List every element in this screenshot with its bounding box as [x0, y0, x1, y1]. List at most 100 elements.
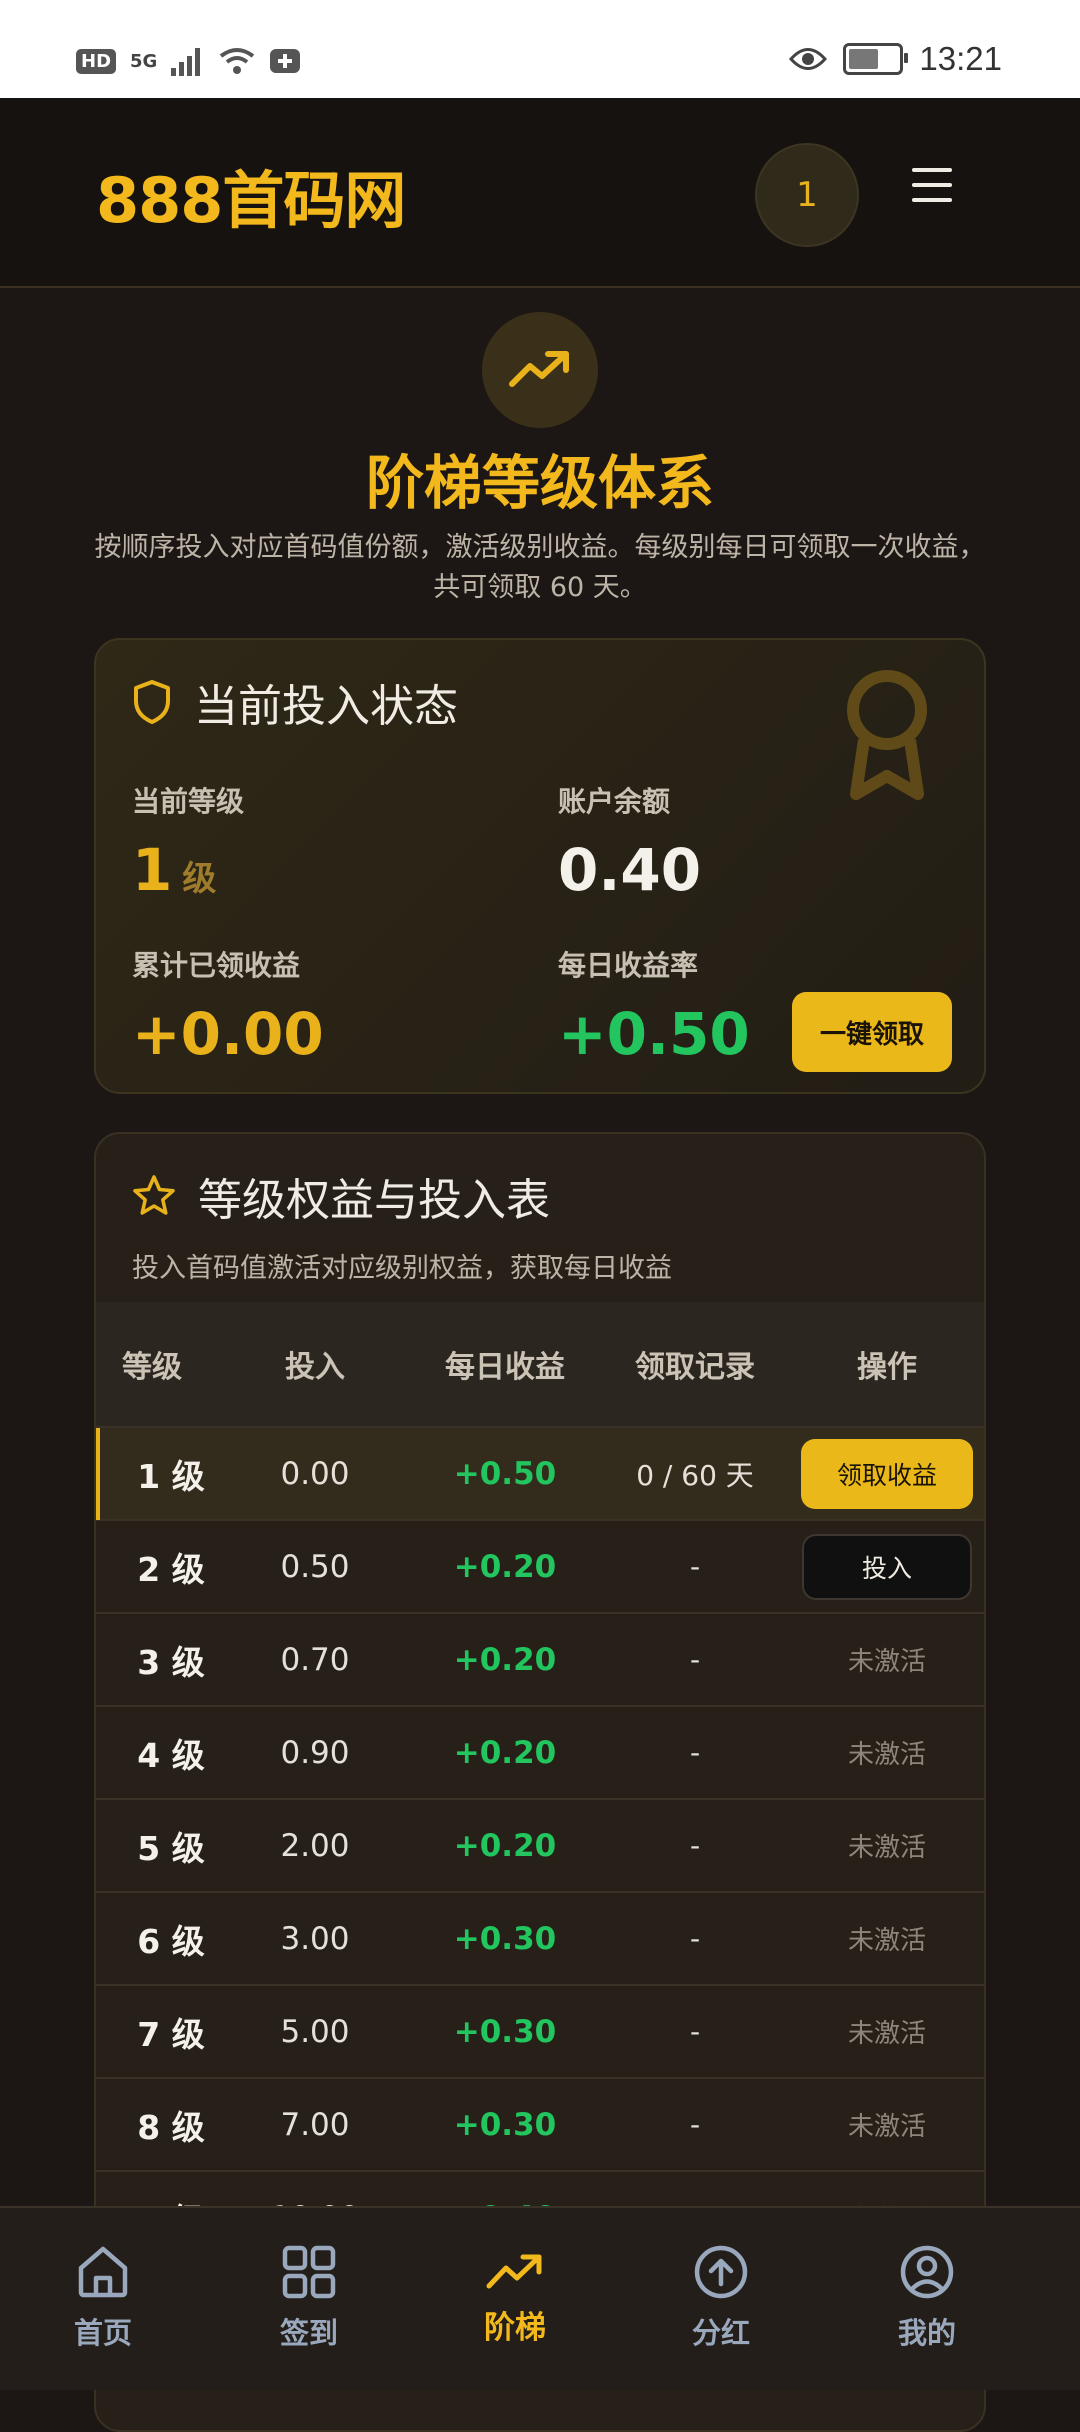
menu-icon-line	[912, 198, 952, 202]
table-row: 2 级 0.50 +0.20 - 投入	[96, 1521, 984, 1614]
current-level-unit: 级	[182, 859, 217, 899]
page-description: 按顺序投入对应首码值份额，激活级别收益。每级别每日可领取一次收益，共可领取 60…	[94, 532, 986, 603]
nav-item-profile[interactable]: 我的	[824, 2208, 1030, 2390]
nav-item-home[interactable]: 首页	[0, 2208, 206, 2390]
menu-icon-line	[912, 183, 952, 187]
balance-label: 账户余额	[558, 785, 671, 818]
levels-card-subtitle: 投入首码值激活对应级别权益，获取每日收益	[132, 1253, 672, 1284]
levels-card-header: 等级权益与投入表	[132, 1164, 550, 1228]
column-header-invest: 投入	[285, 1350, 345, 1385]
total-claimed-label: 累计已领收益	[132, 949, 301, 982]
nav-item-checkin[interactable]: 签到	[206, 2208, 412, 2390]
row-record: -	[689, 1922, 701, 1955]
row-level: 1 级	[137, 1456, 205, 1496]
row-record: -	[689, 1829, 701, 1862]
claim-reward-button[interactable]: 领取收益	[801, 1438, 973, 1509]
row-daily: +0.20	[453, 1827, 557, 1864]
column-header-daily: 每日收益	[445, 1350, 565, 1385]
row-daily: +0.20	[453, 1734, 557, 1771]
levels-table-body: 1 级 0.00 +0.50 0 / 60 天 领取收益 2 级 0.50 +0…	[96, 1428, 984, 2265]
row-record: -	[689, 2108, 701, 2141]
status-left: HD 5G	[76, 46, 301, 76]
row-status: 未激活	[847, 1833, 926, 1863]
nav-label-checkin: 签到	[279, 2316, 338, 2350]
row-daily: +0.50	[453, 1455, 557, 1492]
row-action: 领取收益	[790, 1438, 984, 1509]
shield-icon	[134, 680, 170, 724]
row-action: 投入	[790, 1533, 984, 1600]
menu-icon	[912, 168, 952, 172]
row-level: 8 级	[137, 2107, 205, 2147]
row-daily: +0.30	[453, 2013, 557, 2050]
invest-button[interactable]: 投入	[802, 1533, 972, 1600]
table-row: 3 级 0.70 +0.20 - 未激活	[96, 1614, 984, 1707]
current-level-label: 当前等级	[132, 785, 245, 818]
row-daily: +0.20	[453, 1641, 557, 1678]
nav-label-dividend: 分红	[691, 2316, 750, 2350]
status-card: 当前投入状态 当前等级 1级 账户余额 0.40 累计已领收益 +0.00 每日…	[94, 638, 986, 1094]
total-claimed-stat: 累计已领收益 +0.00	[132, 944, 324, 1068]
table-header: 等级 投入 每日收益 领取记录 操作	[96, 1302, 984, 1428]
claim-all-button[interactable]: 一键领取	[792, 992, 952, 1072]
status-right: 13:21	[789, 40, 1002, 78]
daily-rate-stat: 每日收益率 +0.50	[558, 944, 750, 1068]
row-daily: +0.30	[453, 1920, 557, 1957]
wifi-icon	[220, 48, 255, 74]
hd-badge: HD	[76, 48, 117, 74]
row-level: 6 级	[137, 1921, 205, 1961]
row-level: 5 级	[137, 1828, 205, 1868]
level-badge[interactable]: 1	[755, 143, 859, 247]
network-label: 5G	[130, 50, 158, 72]
row-invest: 0.00	[280, 1455, 350, 1492]
nav-label-profile: 我的	[897, 2316, 956, 2350]
status-card-header: 当前投入状态	[132, 670, 458, 734]
row-invest: 0.90	[280, 1734, 350, 1771]
nav-label-home: 首页	[73, 2316, 132, 2350]
table-row: 5 级 2.00 +0.20 - 未激活	[96, 1800, 984, 1893]
status-bar: HD 5G 13:21	[0, 0, 1080, 98]
row-status: 未激活	[847, 2112, 926, 2142]
grid-icon	[282, 2245, 336, 2299]
row-invest: 0.70	[280, 1641, 350, 1678]
site-logo[interactable]: 888首码网	[96, 150, 406, 240]
balance-value: 0.40	[558, 836, 702, 904]
notification-plus-icon	[270, 49, 301, 73]
battery-icon	[843, 43, 909, 75]
user-circle-icon	[900, 2245, 954, 2299]
row-record: -	[689, 1550, 701, 1583]
column-header-record: 领取记录	[635, 1350, 755, 1385]
total-claimed-value: +0.00	[132, 1000, 324, 1068]
row-daily: +0.20	[453, 1548, 557, 1585]
award-icon	[847, 670, 927, 800]
table-row: 7 级 5.00 +0.30 - 未激活	[96, 1986, 984, 2079]
row-record: -	[689, 1736, 701, 1769]
levels-card-title: 等级权益与投入表	[198, 1175, 550, 1226]
current-level-stat: 当前等级 1级	[132, 780, 244, 904]
row-status: 未激活	[847, 1740, 926, 1770]
table-row: 6 级 3.00 +0.30 - 未激活	[96, 1893, 984, 1986]
row-invest: 2.00	[280, 1827, 350, 1864]
row-invest: 7.00	[280, 2106, 350, 2143]
row-invest: 3.00	[280, 1920, 350, 1957]
trending-up-icon	[486, 2254, 542, 2289]
bottom-nav: 首页 签到 阶梯 分红 我的	[0, 2206, 1080, 2390]
table-row: 1 级 0.00 +0.50 0 / 60 天 领取收益	[96, 1428, 984, 1521]
column-header-level: 等级	[122, 1350, 182, 1385]
row-record: -	[689, 1643, 701, 1676]
nav-item-ladder[interactable]: 阶梯	[412, 2208, 618, 2390]
row-status: 未激活	[847, 2019, 926, 2049]
row-invest: 0.50	[280, 1548, 350, 1585]
page-title: 阶梯等级体系	[365, 449, 714, 517]
nav-item-dividend[interactable]: 分红	[618, 2208, 824, 2390]
current-level-value: 1	[132, 836, 173, 904]
current-level-value-row: 1级	[132, 836, 244, 904]
row-invest: 5.00	[280, 2013, 350, 2050]
menu-button[interactable]	[912, 168, 952, 214]
status-card-title: 当前投入状态	[194, 681, 458, 732]
table-row: 8 级 7.00 +0.30 - 未激活	[96, 2079, 984, 2172]
row-level: 2 级	[137, 1549, 205, 1589]
row-record: -	[689, 2015, 701, 2048]
eye-icon	[789, 48, 828, 70]
table-row: 4 级 0.90 +0.20 - 未激活	[96, 1707, 984, 1800]
daily-rate-label: 每日收益率	[558, 949, 699, 982]
